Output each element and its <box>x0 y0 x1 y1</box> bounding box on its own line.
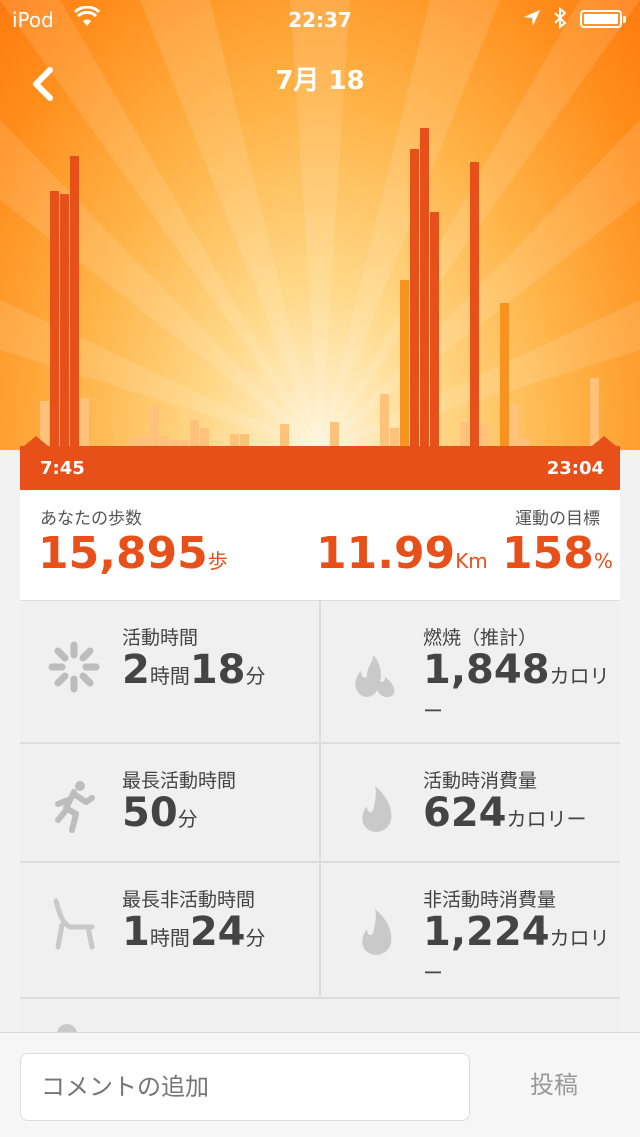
runner-icon <box>55 781 95 833</box>
idle-calories-card: 非活動時消費量 1,224カロリ ー <box>321 863 620 997</box>
comment-bar: 投稿 <box>0 1032 640 1137</box>
activity-bar <box>410 149 419 446</box>
steps-label: あなたの歩数 <box>40 509 142 529</box>
activity-bar <box>520 438 529 446</box>
flames-icon <box>355 655 395 697</box>
goal-value: 158% <box>502 528 613 579</box>
post-button[interactable]: 投稿 <box>500 1065 608 1100</box>
chair-icon <box>53 898 95 950</box>
activity-bar <box>190 420 199 446</box>
steps-value: 15,895歩 <box>38 528 228 579</box>
goal-label: 運動の目標 <box>515 509 600 529</box>
activity-bar <box>330 422 339 446</box>
activity-bar <box>150 406 159 446</box>
steps-summary: あなたの歩数 運動の目標 15,895歩 11.99Km 158% <box>20 490 620 601</box>
active-calories-card: 活動時消費量 624カロリー <box>321 744 620 861</box>
column-divider <box>319 601 321 997</box>
activity-bar <box>480 424 489 446</box>
timeline-start-marker <box>24 436 48 446</box>
activity-bar <box>160 436 169 446</box>
active-calories-label: 活動時消費量 <box>423 770 538 792</box>
active-calories-value: 624カロリー <box>423 790 587 836</box>
longest-active-card: 最長活動時間 50分 <box>20 744 319 861</box>
burst-icon <box>48 641 100 693</box>
calories-burned-value: 1,848カロリ <box>423 647 610 693</box>
activity-bar <box>500 303 509 446</box>
active-time-label: 活動時間 <box>122 627 199 649</box>
activity-bar <box>280 424 289 446</box>
calories-burned-unit-wrap: ー <box>423 699 443 723</box>
flame-icon <box>362 909 392 955</box>
timeline-end-marker <box>592 436 616 446</box>
distance-unit: Km <box>455 549 488 573</box>
activity-bar <box>230 434 239 446</box>
comment-input[interactable] <box>20 1053 470 1121</box>
timeline-bar: 7:45 23:04 <box>20 436 620 490</box>
clock: 22:37 <box>288 8 352 32</box>
activity-bar <box>70 156 79 446</box>
activity-hero: iPod 22:37 7月 18 <box>0 0 640 450</box>
longest-idle-card: 最長非活動時間 1時間24分 <box>20 863 319 997</box>
calories-burned-card: 燃焼（推計） 1,848カロリ ー <box>321 601 620 742</box>
longest-active-value: 50分 <box>122 790 198 836</box>
distance-value: 11.99Km <box>316 528 488 579</box>
idle-calories-value: 1,224カロリ <box>423 909 610 955</box>
flame-icon <box>362 786 392 832</box>
activity-bar <box>510 404 519 446</box>
longest-idle-label: 最長非活動時間 <box>122 889 256 911</box>
activity-bar <box>460 422 469 446</box>
status-bar: iPod 22:37 <box>0 0 640 40</box>
calories-burned-label: 燃焼（推計） <box>423 627 538 649</box>
goal-unit: % <box>593 549 613 573</box>
battery-icon <box>580 10 626 28</box>
idle-calories-unit-wrap: ー <box>423 961 443 985</box>
activity-bar <box>240 434 249 446</box>
timeline-end: 23:04 <box>546 458 604 479</box>
longest-active-label: 最長活動時間 <box>122 770 237 792</box>
activity-bar <box>80 398 89 446</box>
activity-bar <box>130 436 139 446</box>
idle-calories-label: 非活動時消費量 <box>423 889 557 911</box>
location-arrow-icon <box>522 8 542 33</box>
bluetooth-icon <box>552 6 568 35</box>
steps-unit: 歩 <box>207 549 228 573</box>
activity-bar <box>50 191 59 446</box>
activity-bar <box>140 436 149 446</box>
page-title: 7月 18 <box>275 66 365 96</box>
activity-bar <box>200 428 209 446</box>
activity-bar <box>390 428 399 446</box>
timeline-start: 7:45 <box>40 458 85 479</box>
active-time-value: 2時間18分 <box>122 647 266 693</box>
activity-bar <box>430 212 439 446</box>
activity-bar <box>380 394 389 446</box>
active-time-card: 活動時間 2時間18分 <box>20 601 319 742</box>
activity-bar <box>470 162 479 446</box>
activity-bar <box>60 194 69 446</box>
longest-idle-value: 1時間24分 <box>122 909 266 955</box>
activity-bar <box>400 280 409 446</box>
activity-bar <box>420 128 429 446</box>
